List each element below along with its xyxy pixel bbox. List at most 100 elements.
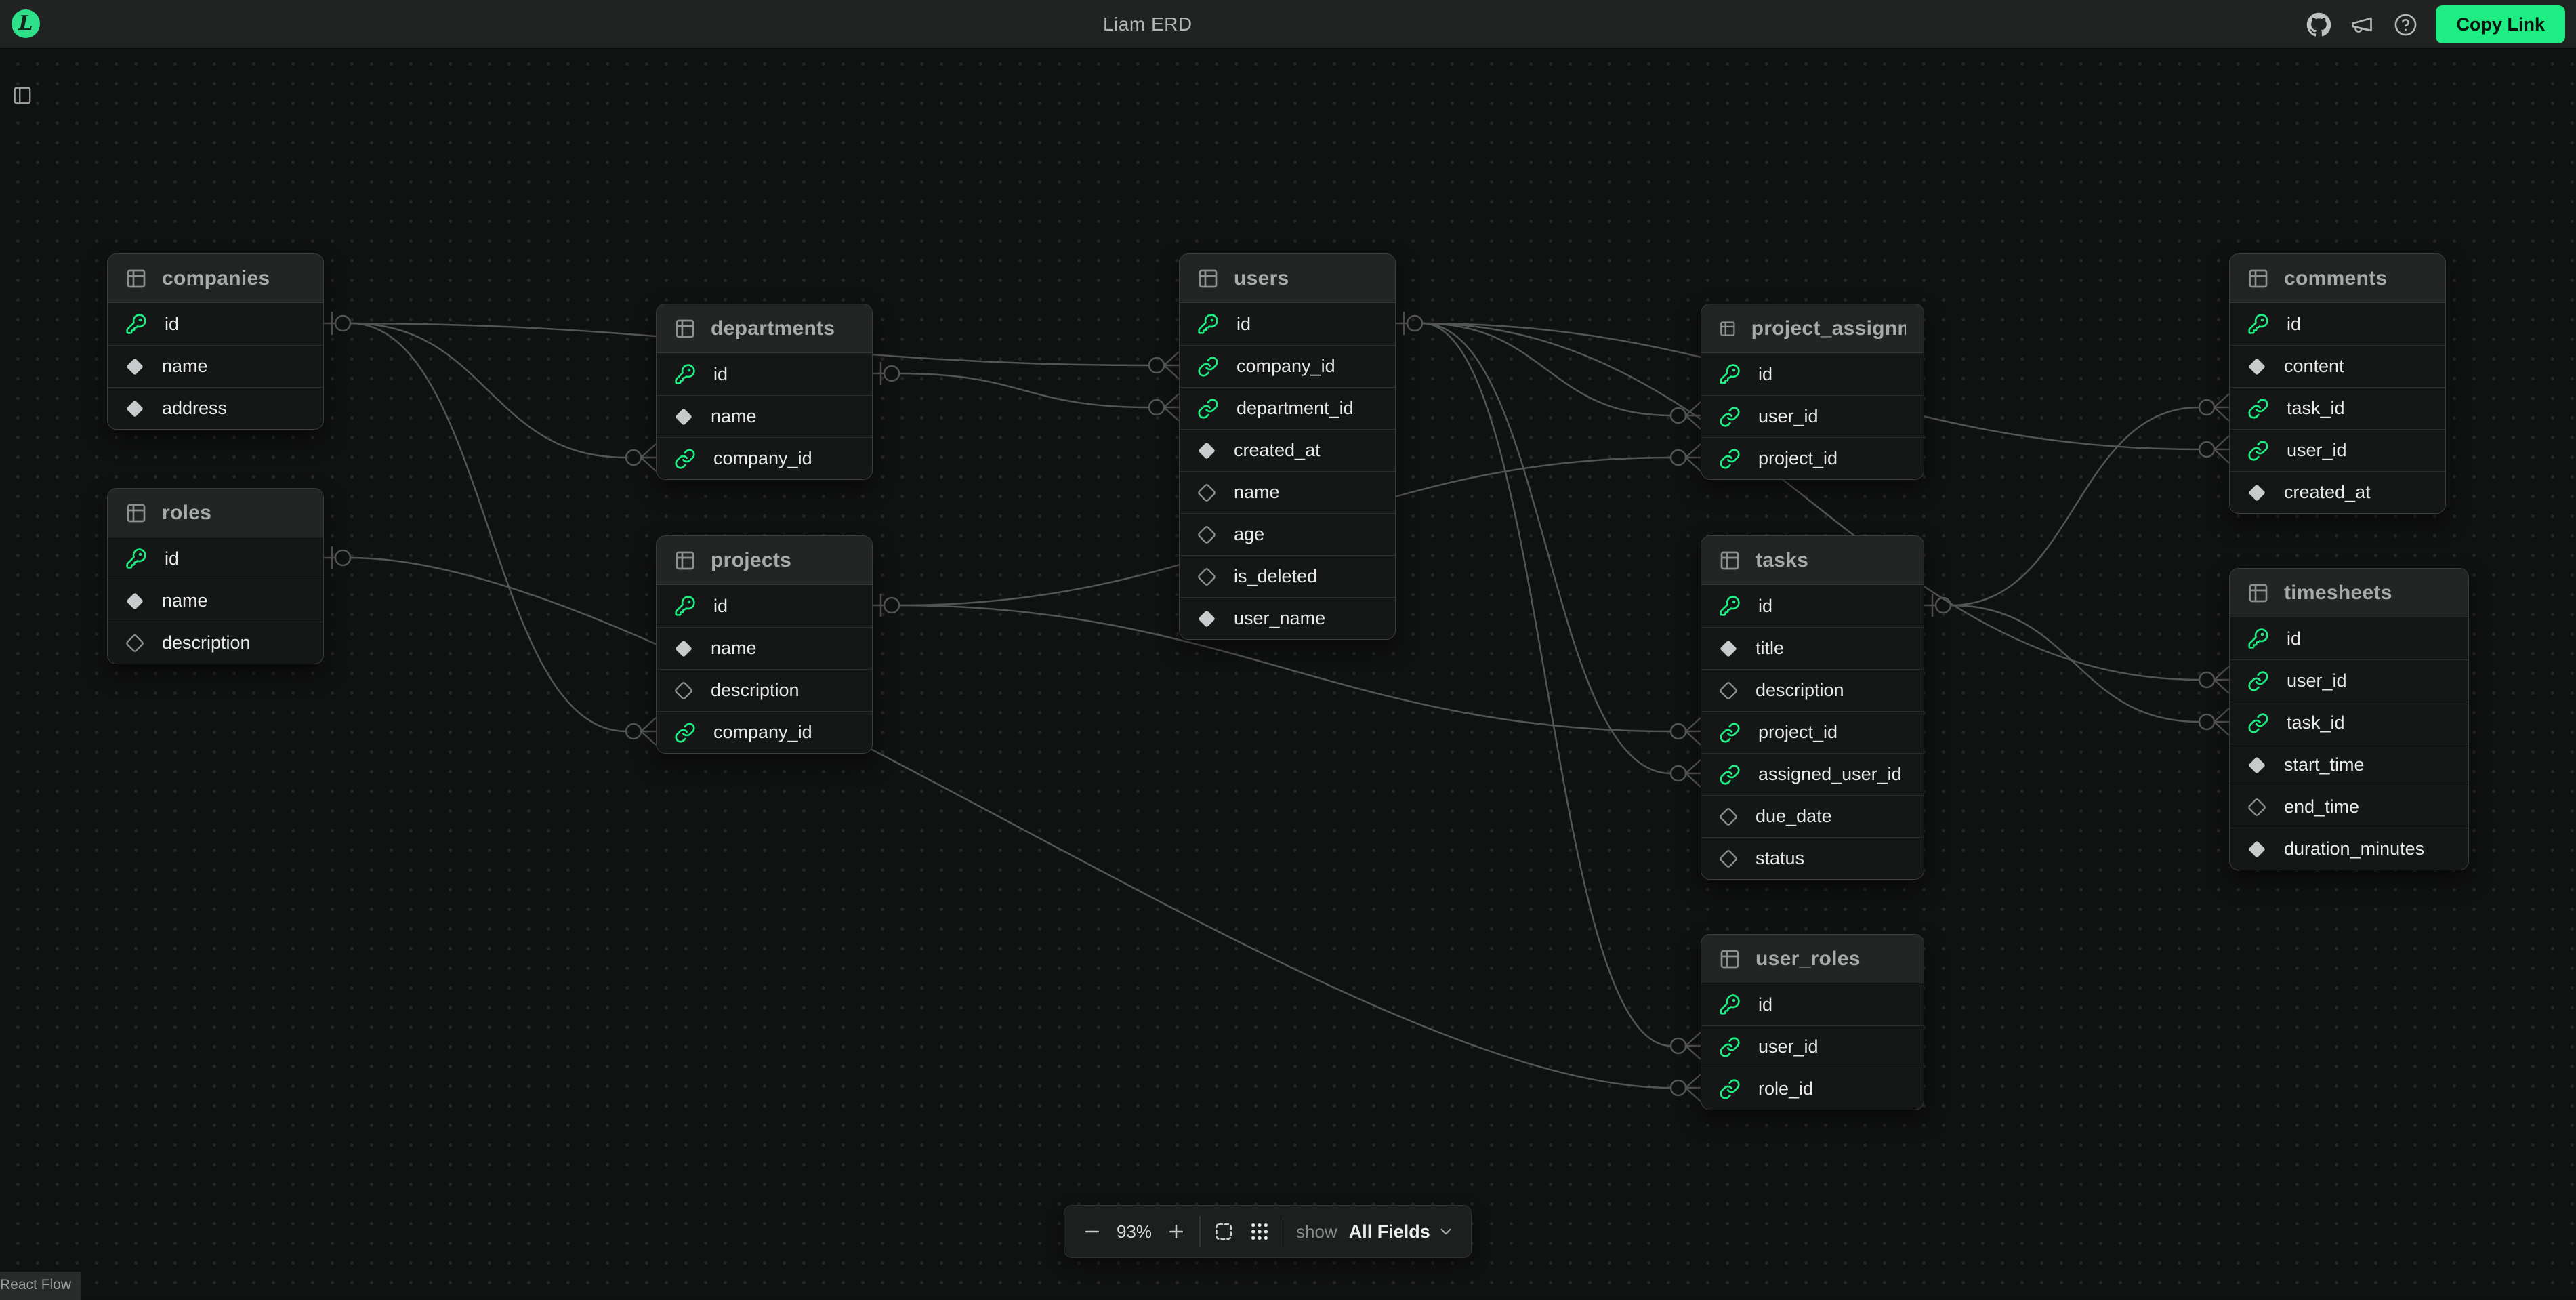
fields-filter-value: All Fields (1349, 1221, 1430, 1242)
column-row-users-age[interactable]: age (1180, 513, 1395, 555)
column-row-timesheets-end_time[interactable]: end_time (2230, 786, 2468, 828)
column-name: created_at (2284, 482, 2371, 503)
column-row-projects-id[interactable]: id (657, 585, 872, 627)
column-row-timesheets-user_id[interactable]: user_id (2230, 659, 2468, 702)
table-header[interactable]: companies (108, 254, 323, 303)
column-row-tasks-due_date[interactable]: due_date (1701, 795, 1924, 837)
table-header[interactable]: comments (2230, 254, 2445, 303)
column-row-comments-created_at[interactable]: created_at (2230, 471, 2445, 513)
table-header[interactable]: user_roles (1701, 935, 1924, 983)
column-row-project_assignments-project_id[interactable]: project_id (1701, 437, 1924, 479)
column-name: age (1234, 524, 1264, 545)
column-row-projects-company_id[interactable]: company_id (657, 711, 872, 753)
column-row-users-is_deleted[interactable]: is_deleted (1180, 555, 1395, 597)
column-row-users-user_name[interactable]: user_name (1180, 597, 1395, 639)
column-row-comments-task_id[interactable]: task_id (2230, 387, 2445, 429)
table-header[interactable]: timesheets (2230, 569, 2468, 617)
column-row-tasks-project_id[interactable]: project_id (1701, 711, 1924, 753)
table-users[interactable]: usersid company_id department_idcreated_at… (1179, 253, 1396, 640)
column-row-project_assignments-id[interactable]: id (1701, 353, 1924, 395)
column-row-departments-id[interactable]: id (657, 353, 872, 395)
help-button[interactable] (2392, 12, 2418, 37)
announcements-button[interactable] (2349, 12, 2375, 37)
column-row-timesheets-task_id[interactable]: task_id (2230, 702, 2468, 744)
primary-key-icon (1719, 363, 1741, 385)
column-row-timesheets-duration_minutes[interactable]: duration_minutes (2230, 828, 2468, 870)
column-row-projects-name[interactable]: name (657, 627, 872, 669)
column-row-tasks-title[interactable]: title (1701, 627, 1924, 669)
github-button[interactable] (2306, 12, 2331, 37)
column-row-tasks-status[interactable]: status (1701, 837, 1924, 879)
table-tasks[interactable]: tasksidtitledescriptionproject_idassigne… (1701, 535, 1924, 880)
table-header[interactable]: users (1180, 254, 1395, 303)
table-icon (674, 550, 696, 571)
table-project_assignments[interactable]: project_assignme...iduser_idproject_id (1701, 304, 1924, 480)
table-header[interactable]: projects (657, 536, 872, 585)
column-name: company_id (1237, 356, 1335, 377)
erd-canvas[interactable]: companiesidnameaddressrolesidnamedescrip… (0, 49, 2576, 1295)
column-row-companies-name[interactable]: name (108, 345, 323, 387)
foreign-key-icon (1719, 722, 1741, 744)
column-row-tasks-id[interactable]: id (1701, 585, 1924, 627)
column-row-comments-id[interactable]: id (2230, 303, 2445, 345)
column-name: end_time (2284, 796, 2359, 817)
table-header[interactable]: roles (108, 489, 323, 537)
table-icon (1719, 948, 1741, 970)
fields-visibility-dropdown[interactable]: All Fields (1348, 1221, 1456, 1242)
column-row-timesheets-id[interactable]: id (2230, 617, 2468, 659)
column-row-users-name[interactable]: name (1180, 471, 1395, 513)
foreign-key-icon (1719, 1078, 1741, 1100)
plus-icon (1166, 1221, 1186, 1242)
column-row-comments-content[interactable]: content (2230, 345, 2445, 387)
column-row-users-company_id[interactable]: company_id (1180, 345, 1395, 387)
table-projects[interactable]: projects id namedescription company_id (656, 535, 873, 754)
table-user_roles[interactable]: user_rolesiduser_idrole_id (1701, 934, 1924, 1110)
table-departments[interactable]: departmentsidnamecompany_id (656, 304, 873, 480)
column-row-roles-id[interactable]: id (108, 537, 323, 580)
column-row-tasks-description[interactable]: description (1701, 669, 1924, 711)
primary-key-icon (125, 313, 147, 335)
table-timesheets[interactable]: timesheetsiduser_idtask_id start_time end_… (2229, 568, 2469, 870)
column-row-users-created_at[interactable]: created_at (1180, 429, 1395, 471)
column-row-users-department_id[interactable]: department_id (1180, 387, 1395, 429)
zoom-in-button[interactable] (1163, 1219, 1189, 1244)
primary-key-icon (674, 363, 696, 385)
table-companies[interactable]: companiesid name address (107, 253, 324, 430)
column-row-projects-description[interactable]: description (657, 669, 872, 711)
column-row-departments-company_id[interactable]: company_id (657, 437, 872, 479)
column-row-companies-id[interactable]: id (108, 303, 323, 345)
foreign-key-icon (2247, 712, 2269, 734)
column-row-roles-name[interactable]: name (108, 580, 323, 622)
column-name: start_time (2284, 754, 2365, 775)
nullable-icon (1197, 567, 1216, 586)
table-roles[interactable]: rolesidnamedescription (107, 488, 324, 664)
primary-key-icon (1719, 994, 1741, 1015)
column-row-user_roles-user_id[interactable]: user_id (1701, 1025, 1924, 1068)
table-comments[interactable]: commentsidcontenttask_iduser_id created_a… (2229, 253, 2446, 514)
fit-view-button[interactable] (1211, 1219, 1237, 1244)
table-header[interactable]: departments (657, 304, 872, 353)
not-null-icon (2247, 483, 2266, 502)
foreign-key-icon (1197, 356, 1219, 378)
column-row-companies-address[interactable]: address (108, 387, 323, 429)
table-header[interactable]: tasks (1701, 536, 1924, 585)
column-row-departments-name[interactable]: name (657, 395, 872, 437)
column-row-timesheets-start_time[interactable]: start_time (2230, 744, 2468, 786)
liam-logo[interactable]: L (12, 9, 40, 38)
column-row-roles-description[interactable]: description (108, 622, 323, 664)
column-row-users-id[interactable]: id (1180, 303, 1395, 345)
table-header[interactable]: project_assignme... (1701, 304, 1924, 353)
column-row-project_assignments-user_id[interactable]: user_id (1701, 395, 1924, 437)
column-row-user_roles-id[interactable]: id (1701, 983, 1924, 1025)
column-row-user_roles-role_id[interactable]: role_id (1701, 1068, 1924, 1110)
column-row-tasks-assigned_user_id[interactable]: assigned_user_id (1701, 753, 1924, 795)
column-name: id (713, 596, 728, 617)
sidebar-toggle-button[interactable] (11, 84, 34, 107)
copy-link-button[interactable]: Copy Link (2436, 5, 2565, 43)
reactflow-attribution[interactable]: React Flow (0, 1272, 81, 1300)
column-name: name (162, 356, 208, 377)
column-name: company_id (713, 722, 812, 743)
tidy-up-button[interactable] (1247, 1219, 1272, 1244)
column-row-comments-user_id[interactable]: user_id (2230, 429, 2445, 471)
zoom-out-button[interactable] (1079, 1219, 1105, 1244)
